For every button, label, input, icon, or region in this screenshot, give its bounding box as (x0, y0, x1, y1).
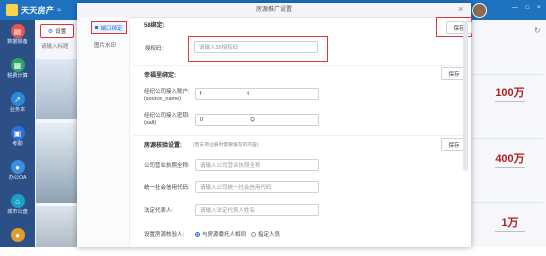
save-button-58[interactable]: 保存 (446, 21, 472, 34)
settings-button[interactable]: ⚙ 设置 (40, 24, 74, 38)
left-nav: ▤ 数据报备 ▦ 税费计算 ↗ 业务本 ▣ 考勤 ● 办公OA ⌂ 城市公盘 ● (0, 20, 35, 247)
license-name-label: 公司营业执照全称: (144, 163, 190, 169)
legal-rep-label: 法定代表人: (144, 208, 174, 214)
dialog-title: 房源推广设置 (77, 3, 471, 18)
nav-item-oa[interactable]: ● 办公OA (2, 160, 33, 188)
divider (473, 74, 543, 75)
credit-code-input[interactable]: 请输入公司统一社会信用代码 (195, 181, 319, 193)
listing-photo[interactable] (36, 206, 78, 247)
calculator-icon: ▦ (10, 58, 25, 72)
section-title-verification: 房源核验设置: (144, 143, 182, 149)
section-note: (若支持注册时需要填写的内容) (193, 143, 259, 148)
stat-value: 100万 (495, 87, 525, 99)
list-hint: 请输入标题 (41, 44, 69, 50)
stat-caption: —————— (495, 99, 525, 105)
app-logo-icon (6, 4, 18, 16)
license-name-input[interactable]: 请输入公司营业执照全称 (195, 159, 319, 171)
listing-photo[interactable] (36, 59, 78, 119)
verifier-label: 设置房源核验人: (144, 232, 185, 238)
listing-photo[interactable] (36, 123, 78, 203)
radio-same-as-owner[interactable]: 与房源委托人相同 (195, 230, 246, 238)
window-controls[interactable]: — □ × (512, 5, 543, 11)
radio-checked-icon (195, 231, 200, 237)
nav-item-more[interactable]: ● (2, 228, 33, 256)
section-title-xingfuli: 幸福里绑定: (144, 73, 176, 79)
gear-icon: ⚙ (47, 28, 54, 35)
tab-label: 端口绑定 (100, 25, 123, 32)
settings-label: 设置 (55, 29, 67, 35)
nav-label: 税费计算 (7, 73, 28, 79)
credit-code-label: 统一社会信用代码: (144, 185, 190, 191)
active-marker-icon (95, 26, 99, 29)
nav-item-attendance[interactable]: ▣ 考勤 (2, 126, 33, 154)
divider (133, 65, 463, 66)
chart-icon: ↗ (10, 92, 25, 106)
tab-image-watermark[interactable]: 图片水印 (94, 41, 116, 49)
dialog-sidebar (77, 17, 130, 247)
app-brand: 天天房产 ≈ (6, 2, 70, 18)
radio-designated-person[interactable]: 指定人员 (251, 230, 280, 238)
auth-code-label: 授权码: (145, 46, 164, 52)
divider (473, 138, 543, 139)
nav-label: 考勤 (12, 141, 23, 147)
promotion-settings-dialog: 房源推广设置 × 端口绑定 图片水印 58绑定: 保存 授权码: 请输入58授权… (77, 3, 472, 247)
nav-item-tax[interactable]: ▦ 税费计算 (2, 58, 33, 86)
auth-code-input[interactable]: 请输入58授权码 (194, 41, 318, 53)
account-label: 经纪公司接入账户: (source_name) (144, 89, 190, 102)
legal-rep-input[interactable]: 请输入法定代表人姓名 (195, 204, 319, 216)
nav-label: 办公OA (8, 175, 27, 181)
divider (133, 135, 463, 136)
nav-label: 业务本 (9, 107, 26, 113)
nav-label: 数据报备 (7, 39, 28, 45)
user-icon: ● (10, 160, 25, 174)
wifi-icon: ≈ (57, 6, 62, 14)
section-title-58: 58绑定: (144, 23, 165, 29)
stat-value: 400万 (495, 153, 525, 165)
account-input[interactable]: f t (195, 88, 319, 100)
avatar[interactable] (472, 3, 487, 18)
nav-item-report[interactable]: ▤ 数据报备 (2, 24, 33, 52)
secret-key-label: 经纪公司接入密钥: (salt) (144, 113, 190, 126)
nav-item-city[interactable]: ⌂ 城市公盘 (2, 194, 33, 222)
tab-port-binding[interactable]: 端口绑定 (91, 21, 127, 34)
stat-caption: —————— (495, 165, 525, 171)
nav-item-business[interactable]: ↗ 业务本 (2, 92, 33, 120)
secret-key-input[interactable]: 0 Q (195, 114, 319, 126)
refresh-icon[interactable]: ↻ (534, 26, 541, 35)
radio-label: 与房源委托人相同 (202, 232, 247, 238)
right-panel (471, 20, 546, 247)
nav-label: 城市公盘 (7, 209, 28, 215)
home-icon: ⌂ (10, 194, 25, 208)
calendar-icon: ▣ (10, 126, 25, 140)
close-icon[interactable]: × (458, 4, 463, 14)
radio-label: 指定人员 (258, 232, 281, 238)
dialog-scrollbar[interactable] (463, 21, 468, 171)
stat-caption: —————— (495, 229, 525, 235)
radio-unchecked-icon (251, 231, 256, 237)
app-name: 天天房产 (21, 5, 55, 15)
stat-value: 1万 (501, 217, 519, 229)
divider (473, 202, 543, 203)
report-icon: ▤ (10, 24, 25, 38)
more-icon: ● (10, 228, 25, 242)
